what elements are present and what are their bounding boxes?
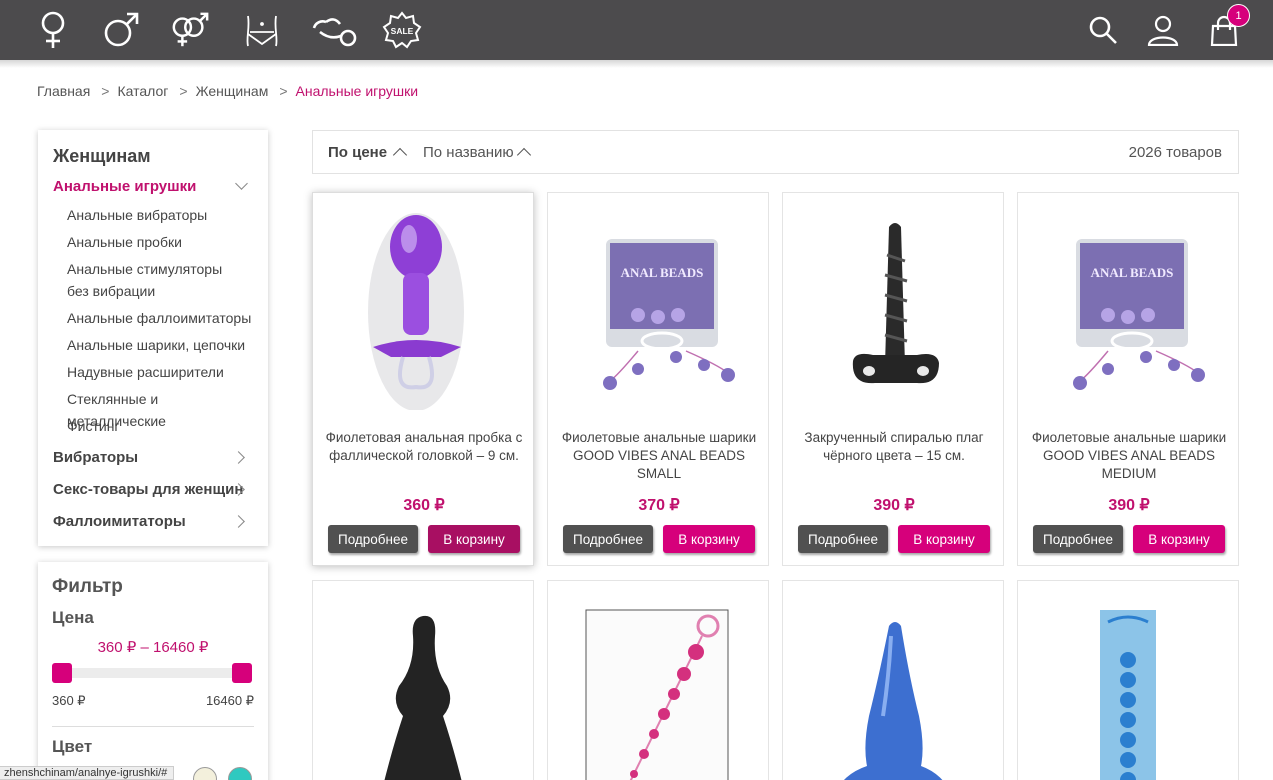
menu-title: Женщинам [53,146,151,166]
sidebar-subitem[interactable]: Фистинг [67,415,257,437]
product-image[interactable] [558,593,758,780]
product-image[interactable] [1028,593,1228,780]
breadcrumb-women[interactable]: Женщинам [196,83,269,99]
sidebar-subitem[interactable]: Анальные пробки [67,231,257,253]
chevron-down-icon[interactable] [235,177,248,190]
price-range-display: 360 ₽ – 16460 ₽ [97,639,209,656]
lingerie-icon[interactable] [242,10,282,50]
chevron-up-icon[interactable] [392,147,408,163]
product-card[interactable]: Закрученный спиралью плаг чёрного цвета … [782,192,1004,566]
product-count: 2026 товаров [1128,144,1222,161]
sidebar-subitem[interactable]: Надувные расширители [67,361,257,383]
price-slider-max-handle[interactable] [232,663,252,683]
sidebar-item-women-goods[interactable]: Секс-товары для женщин [53,481,243,498]
product-image[interactable] [793,205,993,410]
search-icon[interactable] [1085,12,1121,48]
male-symbol-icon[interactable] [101,10,141,50]
product-card[interactable] [1017,580,1239,780]
svg-text:SALE: SALE [391,26,414,36]
sale-badge-icon[interactable]: SALE [382,10,422,50]
sidebar-item-vibrators[interactable]: Вибраторы [53,449,138,466]
category-menu: Женщинам Анальные игрушки Анальные вибра… [38,130,268,546]
cart-count-badge[interactable]: 1 [1227,4,1250,27]
price-min-label: 360 ₽ [52,693,86,708]
filter-panel: Фильтр Цена 360 ₽ – 16460 ₽ 360 ₽ 16460 … [38,562,268,780]
add-to-cart-button[interactable]: В корзину [898,525,990,553]
product-title[interactable]: Фиолетовая анальная пробка с фаллической… [321,429,527,465]
product-title[interactable]: Закрученный спиралью плаг чёрного цвета … [791,429,997,465]
product-card[interactable]: ANAL BEADS Фиолетовые анальные шарики GO… [547,192,769,566]
price-slider-range [62,668,242,678]
breadcrumb-catalog[interactable]: Каталог [117,83,168,99]
breadcrumb-separator: > [279,83,288,99]
female-symbol-icon[interactable] [33,10,73,50]
sidebar-subitem[interactable]: Анальные стимуляторы без вибрации [67,258,247,302]
sidebar-item-dildos[interactable]: Фаллоимитаторы [53,513,186,530]
price-max-label: 16460 ₽ [205,693,254,708]
chevron-up-icon[interactable] [516,147,532,163]
product-image[interactable] [793,593,993,780]
product-title[interactable]: Фиолетовые анальные шарики GOOD VIBES AN… [1026,429,1232,483]
price-slider-track[interactable] [52,663,252,683]
product-card[interactable]: Фиолетовая анальная пробка с фаллической… [312,192,534,566]
breadcrumb-current: Анальные игрушки [295,83,419,99]
top-navigation-bar: SALE 1 [0,0,1273,68]
details-button[interactable]: Подробнее [798,525,888,553]
product-card[interactable] [547,580,769,780]
sort-by-name[interactable]: По названию [423,144,514,161]
breadcrumb-home[interactable]: Главная [37,83,90,99]
details-button[interactable]: Подробнее [563,525,653,553]
sidebar-subitem[interactable]: Анальные фаллоимитаторы [67,307,257,329]
chevron-right-icon[interactable] [232,515,245,528]
product-image[interactable] [323,205,523,410]
sort-bar: По цене По названию 2026 товаров [312,130,1239,174]
breadcrumb-separator: > [179,83,188,99]
price-filter-title: Цена [52,608,94,627]
details-button[interactable]: Подробнее [328,525,418,553]
product-card[interactable] [782,580,1004,780]
product-card[interactable]: ANAL BEADS Фиолетовые анальные шарики GO… [1017,192,1239,566]
handcuffs-icon[interactable] [310,10,358,50]
product-card[interactable] [312,580,534,780]
product-price: 390 ₽ [1108,497,1150,514]
chevron-right-icon[interactable] [232,451,245,464]
filter-title: Фильтр [52,576,123,597]
couple-symbol-icon[interactable] [170,10,210,50]
breadcrumb: Главная > Каталог > Женщинам > Анальные игрушк… [37,83,418,99]
status-bar-url: zhenshchinam/analnye-igrushki/# [0,766,175,780]
color-filter-title: Цвет [52,737,93,756]
price-slider-min-handle[interactable] [52,663,72,683]
product-image[interactable]: ANAL BEADS [558,205,758,410]
add-to-cart-button[interactable]: В корзину [1133,525,1225,553]
sidebar-subitem[interactable]: Анальные шарики, цепочки [67,334,257,356]
product-price: 370 ₽ [638,497,680,514]
package-label: ANAL BEADS [621,265,704,280]
sidebar-item-active-category[interactable]: Анальные игрушки [53,178,196,195]
product-price: 360 ₽ [403,497,445,514]
filter-divider [52,726,254,727]
package-label: ANAL BEADS [1091,265,1174,280]
product-image[interactable] [323,593,523,780]
details-button[interactable]: Подробнее [1033,525,1123,553]
breadcrumb-separator: > [101,83,110,99]
sort-by-price[interactable]: По цене [328,144,387,161]
product-title[interactable]: Фиолетовые анальные шарики GOOD VIBES AN… [556,429,762,483]
user-account-icon[interactable] [1145,12,1181,48]
sidebar-subitem[interactable]: Анальные вибраторы [67,204,257,226]
product-image[interactable]: ANAL BEADS [1028,205,1228,410]
product-price: 390 ₽ [873,497,915,514]
add-to-cart-button[interactable]: В корзину [428,525,520,553]
add-to-cart-button[interactable]: В корзину [663,525,755,553]
